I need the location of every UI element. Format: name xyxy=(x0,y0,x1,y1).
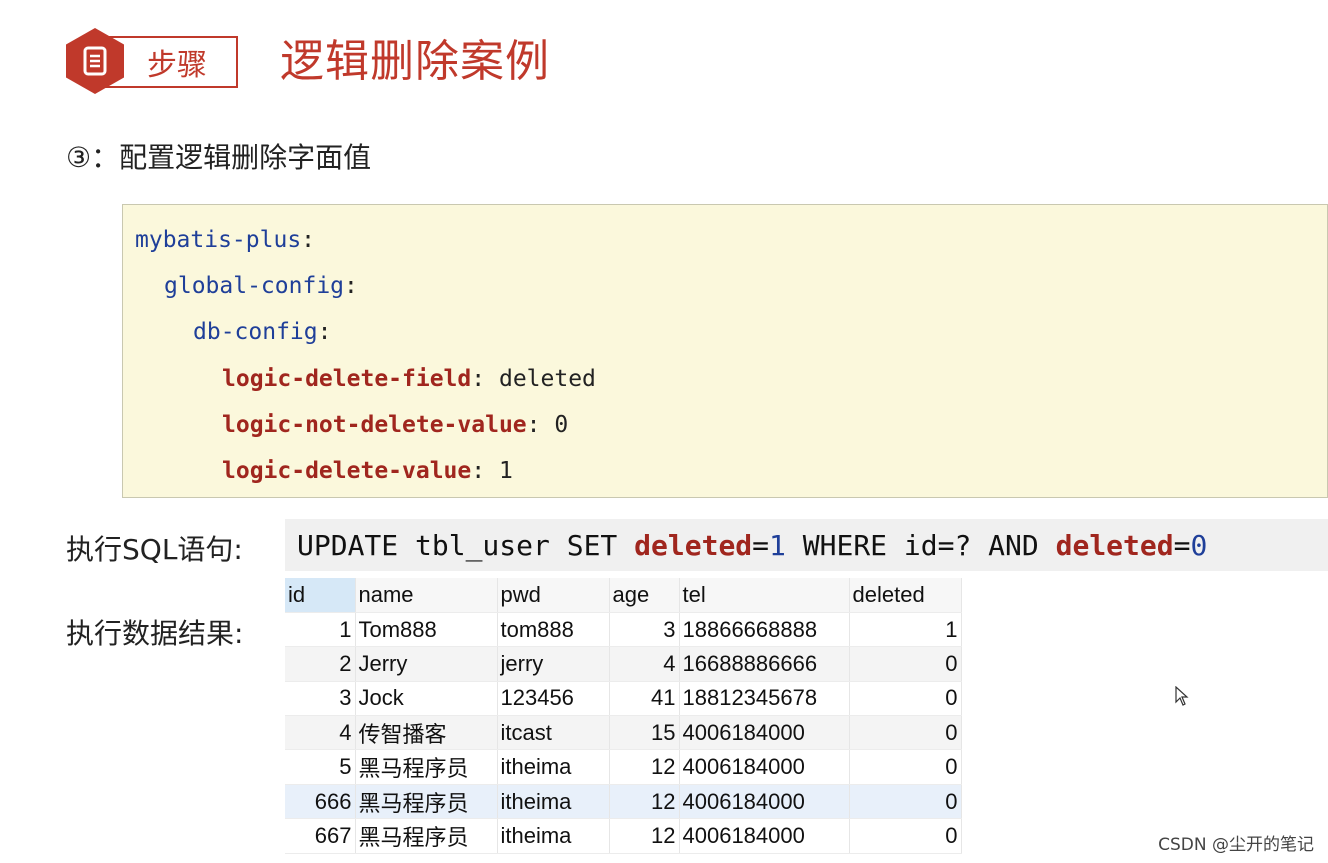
code-key: logic-not-delete-value xyxy=(222,412,527,438)
code-line-1: mybatis-plus: xyxy=(135,227,315,253)
table-row[interactable]: 4 传智播客 itcast 15 4006184000 0 xyxy=(285,715,962,751)
cell-pwd[interactable]: tom888 xyxy=(497,612,610,648)
table-row[interactable]: 2 Jerry jerry 4 16688886666 0 xyxy=(285,646,962,682)
cell-age[interactable]: 15 xyxy=(609,715,680,751)
column-header-pwd[interactable]: pwd xyxy=(497,578,610,613)
section-subtitle: ③：配置逻辑删除字面值 xyxy=(66,141,372,174)
code-key: logic-delete-value xyxy=(222,458,472,484)
yaml-code-block: mybatis-plus: global-config: db-config: … xyxy=(122,204,1328,498)
cell-tel[interactable]: 4006184000 xyxy=(679,784,850,820)
code-line-3: db-config: xyxy=(193,319,331,345)
cell-age[interactable]: 4 xyxy=(609,646,680,682)
cell-name[interactable]: Jerry xyxy=(355,646,498,682)
sql-part: 0 xyxy=(1190,528,1208,562)
cell-deleted[interactable]: 0 xyxy=(849,646,962,682)
cell-tel[interactable]: 4006184000 xyxy=(679,749,850,785)
cell-deleted[interactable]: 0 xyxy=(849,715,962,751)
code-colon: : xyxy=(471,366,486,392)
step-badge: 步骤 xyxy=(104,36,238,88)
cell-pwd[interactable]: itheima xyxy=(497,749,610,785)
table-row[interactable]: 1 Tom888 tom888 3 18866668888 1 xyxy=(285,612,962,648)
sql-part: WHERE id=? AND xyxy=(785,528,1056,562)
column-header-deleted[interactable]: deleted xyxy=(849,578,962,613)
cell-id[interactable]: 2 xyxy=(285,646,356,682)
cell-deleted[interactable]: 0 xyxy=(849,749,962,785)
code-value: deleted xyxy=(498,366,596,392)
mouse-cursor-icon xyxy=(1175,686,1189,706)
cell-name[interactable]: 黑马程序员 xyxy=(355,749,498,785)
cell-tel[interactable]: 18866668888 xyxy=(679,612,850,648)
cell-id[interactable]: 1 xyxy=(285,612,356,648)
sql-part: = xyxy=(1173,528,1191,562)
code-colon: : xyxy=(471,458,486,484)
cell-id[interactable]: 667 xyxy=(285,818,356,854)
sql-part: deleted xyxy=(1055,528,1174,562)
code-colon: : xyxy=(344,273,358,299)
table-header-row: id name pwd age tel deleted xyxy=(285,578,962,613)
cell-age[interactable]: 12 xyxy=(609,749,680,785)
code-value: 1 xyxy=(498,458,513,484)
sql-statement: UPDATE tbl_user SET deleted = 1 WHERE id=?… xyxy=(285,519,1328,571)
code-key: global-config xyxy=(164,273,345,299)
code-key: logic-delete-field xyxy=(222,366,472,392)
result-table: id name pwd age tel deleted 1 Tom888 tom88… xyxy=(285,578,962,854)
table-row[interactable]: 5 黑马程序员 itheima 12 4006184000 0 xyxy=(285,749,962,785)
cell-id[interactable]: 3 xyxy=(285,681,356,717)
cell-age[interactable]: 12 xyxy=(609,818,680,854)
cell-pwd[interactable]: itheima xyxy=(497,818,610,854)
cell-tel[interactable]: 16688886666 xyxy=(679,646,850,682)
code-colon: : xyxy=(301,227,316,253)
cell-name[interactable]: 黑马程序员 xyxy=(355,818,498,854)
cell-age[interactable]: 12 xyxy=(609,784,680,820)
code-colon: : xyxy=(317,319,332,345)
cell-age[interactable]: 3 xyxy=(609,612,680,648)
table-row[interactable]: 667 黑马程序员 itheima 12 4006184000 0 xyxy=(285,818,962,854)
page-title: 逻辑删除案例 xyxy=(280,36,550,87)
cell-pwd[interactable]: itcast xyxy=(497,715,610,751)
table-row[interactable]: 3 Jock 123456 41 18812345678 0 xyxy=(285,681,962,717)
cell-id[interactable]: 4 xyxy=(285,715,356,751)
cell-name[interactable]: 黑马程序员 xyxy=(355,784,498,820)
code-colon: : xyxy=(526,412,541,438)
cell-pwd[interactable]: 123456 xyxy=(497,681,610,717)
cell-tel[interactable]: 18812345678 xyxy=(679,681,850,717)
cell-deleted[interactable]: 0 xyxy=(849,818,962,854)
cell-id[interactable]: 666 xyxy=(285,784,356,820)
cell-name[interactable]: Jock xyxy=(355,681,498,717)
code-value: 0 xyxy=(554,412,569,438)
cell-name[interactable]: Tom888 xyxy=(355,612,498,648)
cell-name[interactable]: 传智播客 xyxy=(355,715,498,751)
sql-part: = xyxy=(752,528,770,562)
code-line-2: global-config: xyxy=(164,273,358,299)
column-header-tel[interactable]: tel xyxy=(679,578,850,613)
result-label: 执行数据结果: xyxy=(66,617,244,650)
sql-part: deleted xyxy=(634,528,753,562)
code-line-5: logic-not-delete-value: 0 xyxy=(222,412,568,438)
code-key: db-config xyxy=(193,319,318,345)
sql-part: 1 xyxy=(769,528,786,562)
code-line-4: logic-delete-field: deleted xyxy=(222,366,596,392)
sql-part: UPDATE tbl_user SET xyxy=(297,528,635,562)
column-header-name[interactable]: name xyxy=(355,578,498,613)
sql-label: 执行SQL语句: xyxy=(66,533,243,566)
code-line-6: logic-delete-value: 1 xyxy=(222,458,513,484)
document-icon-glyph xyxy=(83,46,107,76)
cell-id[interactable]: 5 xyxy=(285,749,356,785)
cell-pwd[interactable]: jerry xyxy=(497,646,610,682)
cell-deleted[interactable]: 0 xyxy=(849,784,962,820)
table-row[interactable]: 666 黑马程序员 itheima 12 4006184000 0 xyxy=(285,784,962,820)
step-badge-label: 步骤 xyxy=(147,48,207,83)
cell-tel[interactable]: 4006184000 xyxy=(679,715,850,751)
column-header-id[interactable]: id xyxy=(285,578,356,613)
code-key: mybatis-plus xyxy=(135,227,302,253)
cell-tel[interactable]: 4006184000 xyxy=(679,818,850,854)
cell-pwd[interactable]: itheima xyxy=(497,784,610,820)
cell-deleted[interactable]: 0 xyxy=(849,681,962,717)
column-header-age[interactable]: age xyxy=(609,578,680,613)
cell-age[interactable]: 41 xyxy=(609,681,680,717)
cell-deleted[interactable]: 1 xyxy=(849,612,962,648)
watermark: CSDN @尘开的笔记 xyxy=(1158,835,1314,855)
